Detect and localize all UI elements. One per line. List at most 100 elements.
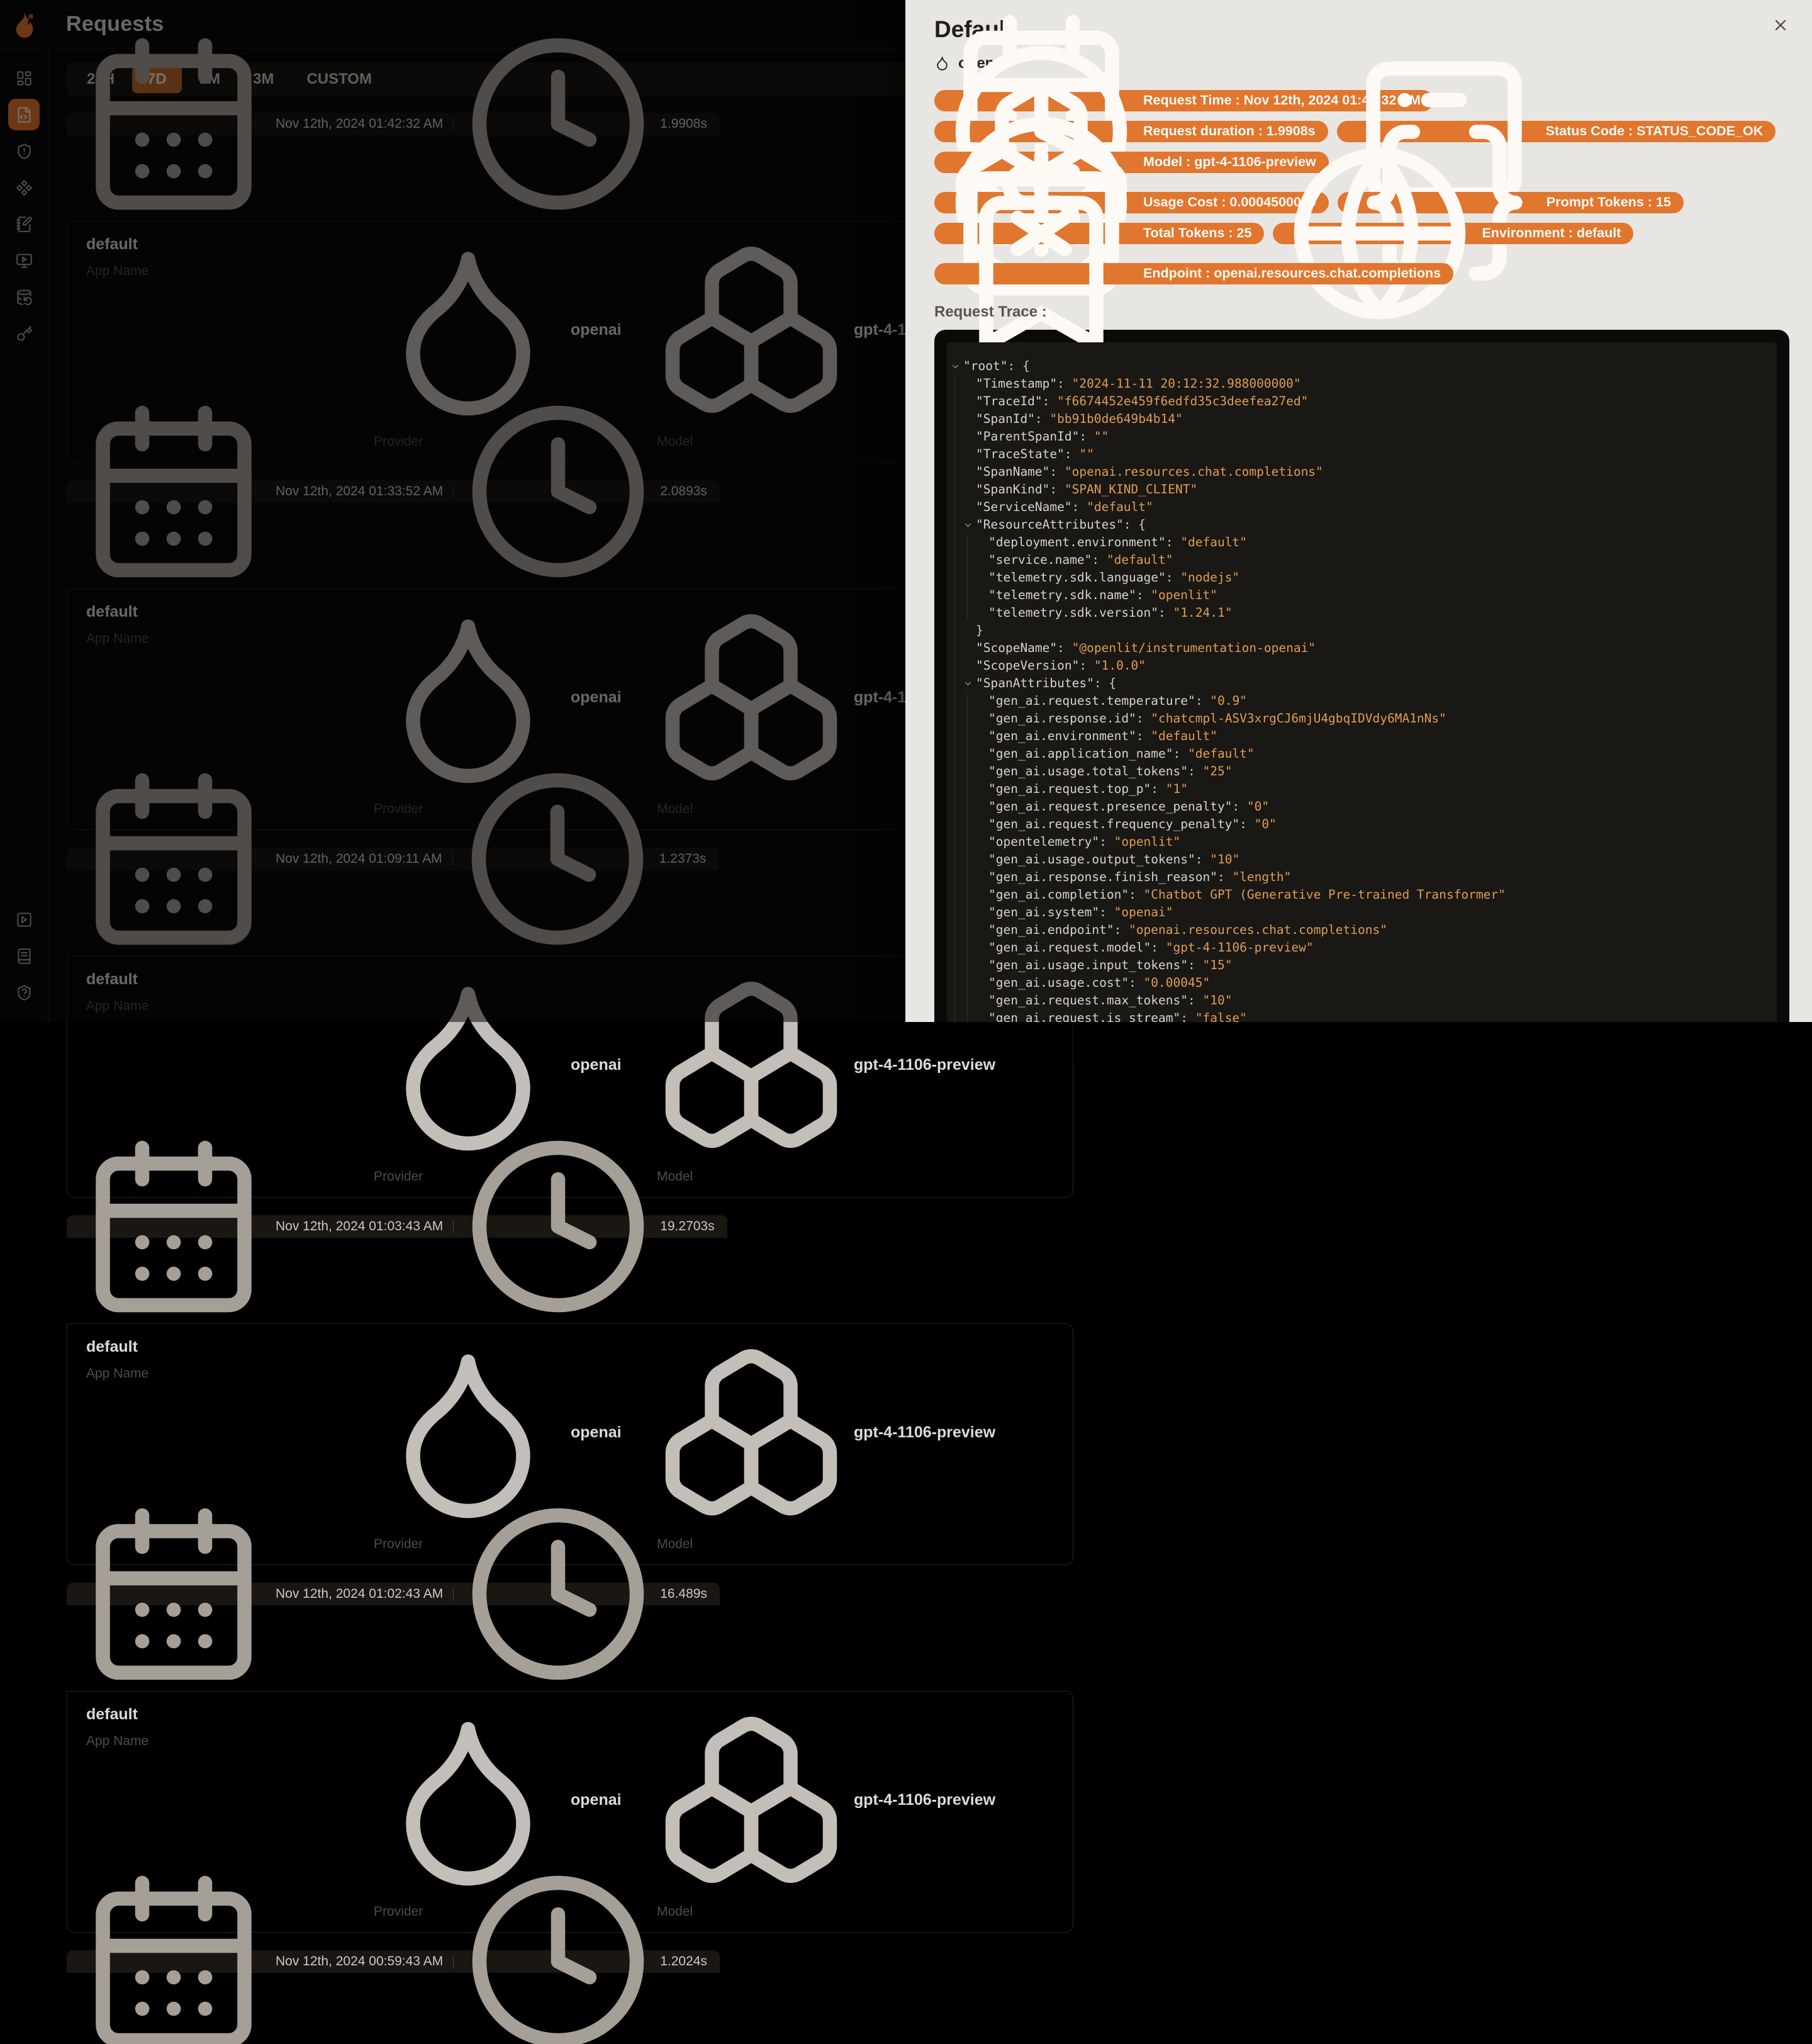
trace-line: "gen_ai.usage.total_tokens": "25" [949,763,1777,780]
trace-colon: : [1158,605,1173,620]
trace-line: "gen_ai.system": "openai" [949,904,1777,921]
trace-value: "1" [1165,781,1188,796]
app-name-label: App Name [86,1734,149,1748]
trace-value: "nodejs" [1180,570,1240,585]
trace-value: "openai.resources.chat.completions" [1129,922,1387,937]
trace-value: "false" [1195,1010,1247,1022]
trace-colon: : [1165,534,1181,549]
clock-icon [464,1867,660,2044]
trace-value: "openai" [1114,904,1173,919]
trace-key: "gen_ai.completion" [988,887,1129,902]
trace-key: "telemetry.sdk.language" [988,570,1166,585]
trace-key: "gen_ai.system" [988,904,1100,919]
trace-value: "@openlit/instrumentation-openai" [1071,640,1316,655]
trace-line: "ScopeVersion": "1.0.0" [949,657,1777,675]
trace-brace: } [976,622,983,637]
trace-colon: : [1187,763,1203,778]
trace-key: "TraceId" [976,393,1043,408]
trace-colon: : [1099,904,1114,919]
trace-line: "TraceState": "" [949,446,1777,463]
trace-line: "gen_ai.usage.input_tokens": "15" [949,957,1777,974]
trace-colon: : [1151,940,1166,955]
trace-line: "telemetry.sdk.name": "openlit" [949,587,1777,604]
trace-colon: : [1195,693,1211,708]
request-card[interactable]: Nov 12th, 2024 00:59:43 AM1.2024sdefault… [67,1875,1073,2044]
trace-value: "openlit" [1114,834,1181,849]
badge-label: Endpoint : openai.resources.chat.complet… [1143,266,1441,281]
trace-value: "default" [1106,552,1173,567]
trace-box: "root": { "Timestamp": "2024-11-11 20:12:… [934,329,1789,1022]
trace-value: "chatcmpl-ASV3xrgCJ6mjU4gbqIDVdy6MA1nNs" [1151,710,1446,726]
provider-text: openai [571,1055,622,1074]
model-label: Model [657,1169,693,1184]
app-name-text: default [86,1338,138,1356]
app-name: default [86,1705,374,1724]
trace-key: "telemetry.sdk.name" [988,587,1136,602]
trace-colon: : [1123,517,1139,532]
trace-line: "Timestamp": "2024-11-11 20:12:32.988000… [949,375,1777,393]
trace-colon: : [1239,816,1255,831]
divider [453,1587,454,1601]
calendar-icon [79,1867,276,2044]
chevron-down-icon[interactable] [963,516,976,534]
trace-key: "SpanId" [976,411,1035,426]
calendar-icon [79,1500,276,1688]
trace-line: "ParentSpanId": "" [949,428,1777,446]
trace-line: "telemetry.sdk.version": "1.24.1" [949,604,1777,622]
request-date: Nov 12th, 2024 01:03:43 AM [276,1219,444,1233]
indent-guide [954,376,955,1022]
trace-value: "" [1093,429,1109,444]
trace-key: "gen_ai.environment" [988,728,1136,743]
trace-line: } [949,622,1777,639]
trace-value: "openlit" [1151,587,1217,602]
request-card-header: Nov 12th, 2024 01:03:43 AM 19.2703s [67,1140,727,1313]
droplet-icon [374,1705,562,1894]
trace-line: "telemetry.sdk.language": "nodejs" [949,569,1777,587]
request-date: Nov 12th, 2024 00:59:43 AM [276,1954,444,1968]
trace-line: "ResourceAttributes": { [949,516,1777,534]
trace-colon: : [1042,393,1058,408]
trace-line: "service.name": "default" [949,551,1777,569]
droplet-icon [374,1338,562,1527]
trace-line: "SpanName": "openai.resources.chat.compl… [949,463,1777,481]
trace-key: "SpanName" [976,464,1050,479]
trace-key: "gen_ai.request.model" [988,940,1151,955]
trace-colon: : [1057,376,1072,391]
trace-colon: : [1136,710,1151,726]
trace-key: "root" [963,358,1008,373]
trace-colon: : [1187,992,1203,1008]
trace-colon: : [1071,499,1087,514]
badge-label: Environment : default [1482,225,1621,241]
trace-line: "gen_ai.usage.cost": "0.00045" [949,974,1777,992]
chevron-down-icon[interactable] [951,357,963,375]
trace-key: "gen_ai.request.presence_penalty" [988,799,1233,814]
provider-text: openai [571,1423,622,1441]
trace-line: "gen_ai.request.top_p": "1" [949,780,1777,798]
trace-key: "gen_ai.usage.input_tokens" [988,957,1188,972]
trace-json-viewer[interactable]: "root": { "Timestamp": "2024-11-11 20:12:… [947,342,1777,1022]
trace-key: "gen_ai.response.finish_reason" [988,869,1217,884]
trace-value: "0.9" [1210,693,1247,708]
close-button[interactable] [1772,16,1789,34]
trace-colon: : [1057,640,1072,655]
trace-line: "gen_ai.request.is_stream": "false" [949,1009,1777,1022]
trace-value: "default" [1087,499,1153,514]
trace-colon: : [1180,1010,1195,1022]
app-name: default [86,1338,374,1356]
divider [453,1955,454,1968]
trace-value: "openai.resources.chat.completions" [1064,464,1323,479]
chevron-down-icon[interactable] [963,675,976,692]
trace-key: "Timestamp" [976,376,1058,391]
trace-brace: { [1109,675,1117,690]
trace-colon: : [1079,658,1094,673]
trace-value: "Chatbot GPT (Generative Pre-trained Tra… [1143,887,1506,902]
trace-line: "gen_ai.response.id": "chatcmpl-ASV3xrgC… [949,710,1777,727]
trace-colon: : [1049,464,1065,479]
trace-colon: : [1129,975,1144,990]
trace-colon: : [1079,429,1094,444]
trace-value: "10" [1202,992,1233,1008]
app-name-text: default [86,1705,138,1723]
request-duration: 1.2024s [660,1954,707,1968]
trace-key: "SpanKind" [976,481,1050,497]
calendar-icon [79,1132,276,1321]
